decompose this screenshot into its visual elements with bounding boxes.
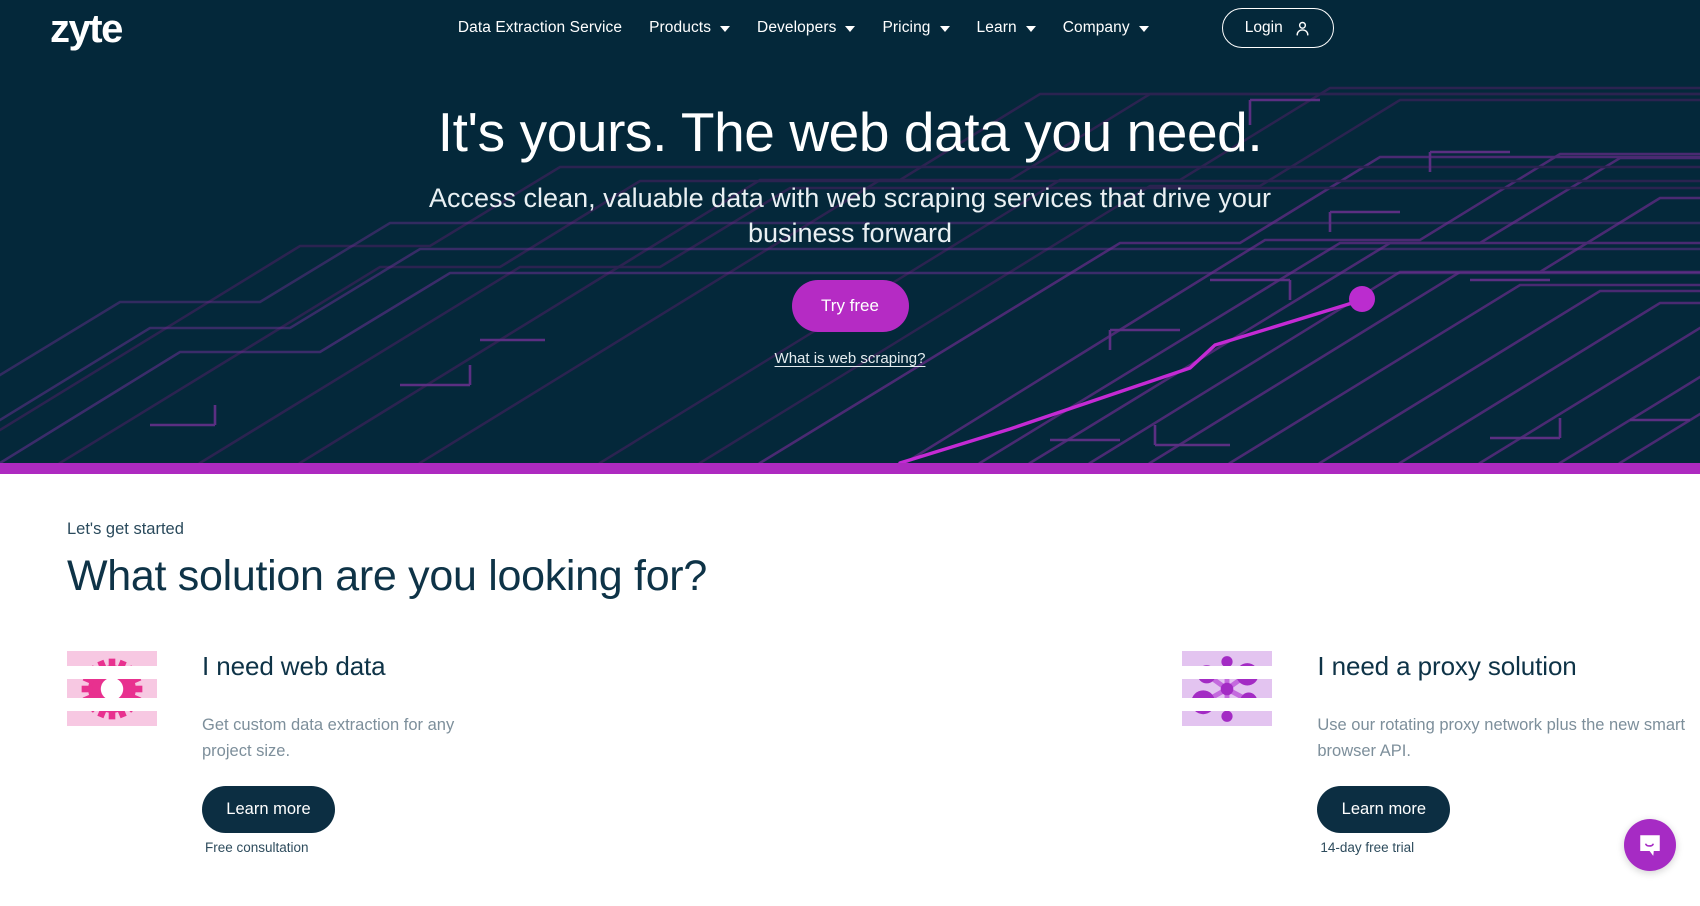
hero-title: It's yours. The web data you need. [437, 101, 1263, 163]
solution-cards: I need web data Get custom data extracti… [67, 651, 1700, 855]
chevron-down-icon [845, 26, 856, 32]
chevron-down-icon [1025, 26, 1036, 32]
nav-item-pricing[interactable]: Pricing [882, 19, 950, 37]
hero-copy: It's yours. The web data you need. Acces… [0, 56, 1700, 367]
purple-divider-rule [0, 463, 1700, 474]
card-title: I need a proxy solution [1317, 651, 1577, 681]
learn-more-button-proxy[interactable]: Learn more [1317, 786, 1451, 834]
nav-links: Data Extraction Service Products Develop… [458, 8, 1334, 48]
card-description: Get custom data extraction for any proje… [202, 716, 455, 760]
chevron-down-icon [939, 26, 950, 32]
learn-more-button-web-data[interactable]: Learn more [202, 786, 335, 834]
icon-band-top [67, 666, 157, 679]
section-title: What solution are you looking for? [67, 552, 707, 600]
user-icon [1296, 21, 1309, 36]
nav-item-learn[interactable]: Learn [977, 19, 1036, 37]
card-caption: Free consultation [205, 840, 309, 856]
card-body: I need web data Get custom data extracti… [202, 651, 480, 855]
hero-section: zyte Data Extraction Service Products De… [0, 0, 1700, 463]
network-nodes-icon-glyph [1192, 655, 1259, 722]
login-button-label: Login [1244, 19, 1283, 36]
chat-launcher-button[interactable] [1624, 819, 1676, 871]
hero-subtitle: Access clean, valuable data with web scr… [429, 182, 1271, 248]
nav-label: Learn [976, 19, 1017, 36]
gear-icon [67, 651, 157, 726]
icon-band-top [1182, 666, 1273, 679]
try-free-button[interactable]: Try free [791, 279, 909, 332]
what-is-web-scraping-link[interactable]: What is web scraping? [0, 350, 1700, 367]
solution-card-web-data[interactable]: I need web data Get custom data extracti… [67, 651, 480, 855]
login-button[interactable]: Login [1221, 8, 1334, 48]
section-eyebrow: Let's get started [67, 520, 184, 538]
nav-item-company[interactable]: Company [1063, 19, 1149, 37]
top-navigation-bar: zyte Data Extraction Service Products De… [0, 0, 1700, 56]
card-title: I need web data [202, 651, 386, 681]
card-description: Use our rotating proxy network plus the … [1317, 716, 1686, 760]
nav-item-products[interactable]: Products [649, 19, 731, 37]
nav-label: Data Extraction Service [457, 19, 623, 36]
card-icon-wrapper [1182, 651, 1273, 726]
solution-card-proxy[interactable]: I need a proxy solution Use our rotating… [1182, 651, 1700, 855]
card-icon-wrapper [67, 651, 157, 726]
zyte-logo[interactable]: zyte [50, 9, 123, 49]
chevron-down-icon [1138, 26, 1149, 32]
chat-bubble-icon [1640, 835, 1660, 856]
solutions-section: Let's get started What solution are you … [0, 463, 1700, 895]
nav-item-data-extraction-service[interactable]: Data Extraction Service [458, 19, 622, 37]
nav-label: Products [649, 19, 712, 36]
nav-label: Company [1062, 19, 1130, 36]
nav-item-developers[interactable]: Developers [757, 19, 856, 37]
nav-label: Developers [757, 19, 837, 36]
chevron-down-icon [720, 26, 731, 32]
icon-band-bottom [1182, 698, 1273, 711]
network-nodes-icon [1182, 651, 1273, 726]
nav-label: Pricing [882, 19, 931, 36]
icon-band-bottom [67, 698, 157, 711]
